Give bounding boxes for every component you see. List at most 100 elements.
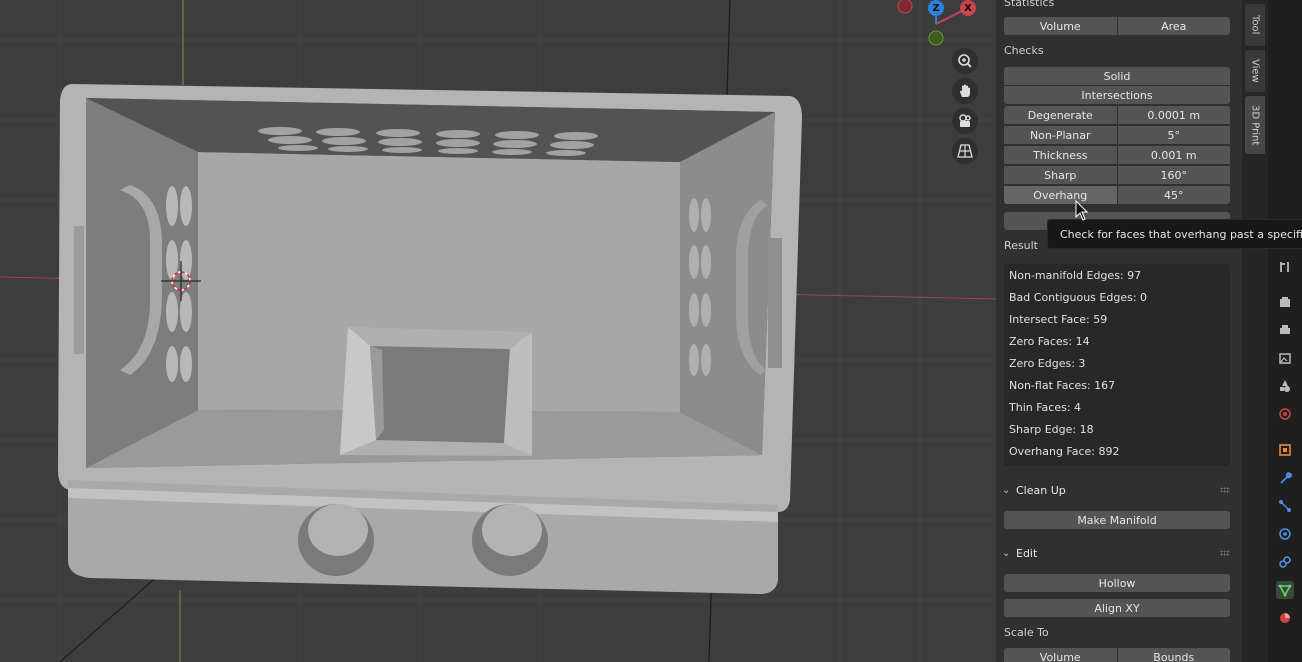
3d-viewport[interactable]: Z X xyxy=(0,0,996,662)
make-manifold-row: Make Manifold xyxy=(1004,511,1230,529)
scale-to-bounds-button[interactable]: Bounds xyxy=(1117,648,1230,662)
edit-title: Edit xyxy=(1016,546,1038,560)
tab-3d-print[interactable]: 3D Print xyxy=(1245,96,1265,154)
axis-z-label: Z xyxy=(932,2,940,14)
result-line: Overhang Face: 892 xyxy=(1009,445,1120,458)
camera-view-button[interactable] xyxy=(952,108,978,134)
sidebar-panel: Statistics Volume Area Checks Solid Inte… xyxy=(996,0,1242,662)
check-intersections-row: Intersections xyxy=(1004,86,1230,104)
result-label: Result xyxy=(1004,239,1038,252)
check-intersections-button[interactable]: Intersections xyxy=(1004,86,1230,104)
mouse-cursor-icon xyxy=(1075,200,1089,221)
result-line: Zero Faces: 14 xyxy=(1009,335,1090,348)
tab-tool-label: Tool xyxy=(1249,15,1261,35)
check-overhang-row: Overhang 45° xyxy=(1004,186,1230,204)
physics-icon xyxy=(1279,528,1291,540)
result-line: Thin Faces: 4 xyxy=(1009,401,1082,414)
non-planar-angle-field[interactable]: 5° xyxy=(1117,126,1230,144)
camera-icon xyxy=(959,114,971,127)
prop-material[interactable] xyxy=(1276,609,1294,627)
check-non-planar-button[interactable]: Non-Planar xyxy=(1004,126,1117,144)
blender-window: Z X Statistics Volume Area Checks Solid … xyxy=(0,0,1302,662)
prop-particles[interactable] xyxy=(1276,497,1294,515)
chevron-down-icon: ⌄ xyxy=(1002,547,1011,559)
object-icon xyxy=(1279,444,1291,456)
prop-physics[interactable] xyxy=(1276,525,1294,543)
grid-icon xyxy=(957,144,973,158)
check-solid-row: Solid xyxy=(1004,67,1230,85)
render-icon xyxy=(1280,297,1290,307)
check-degenerate-row: Degenerate 0.0001 m xyxy=(1004,106,1230,124)
prop-world[interactable] xyxy=(1276,405,1294,423)
result-line: Non-manifold Edges: 97 xyxy=(1009,269,1142,282)
check-thickness-button[interactable]: Thickness xyxy=(1004,146,1117,164)
prop-mesh-data[interactable] xyxy=(1276,581,1294,599)
prop-modifiers[interactable] xyxy=(1276,469,1294,487)
axis-x-label: X xyxy=(964,2,972,14)
tab-3d-print-label: 3D Print xyxy=(1249,104,1261,146)
statistics-volume-button[interactable]: Volume xyxy=(1004,17,1117,35)
sidebar-tab-strip: Tool View 3D Print xyxy=(1242,0,1268,662)
mesh-data-icon xyxy=(1278,584,1292,597)
constraint-icon xyxy=(1279,556,1291,568)
check-degenerate-button[interactable]: Degenerate xyxy=(1004,106,1117,124)
statistics-area-button[interactable]: Area xyxy=(1117,17,1230,35)
overhang-tooltip: Check for faces that overhang past a spe… xyxy=(1047,219,1302,249)
result-line: Intersect Face: 59 xyxy=(1009,313,1108,326)
result-line: Bad Contiguous Edges: 0 xyxy=(1009,291,1148,304)
align-xy-button[interactable]: Align XY xyxy=(1004,599,1230,617)
properties-tabs xyxy=(1268,0,1302,662)
check-overhang-button[interactable]: Overhang xyxy=(1004,186,1117,204)
drag-grip-icon[interactable] xyxy=(1220,550,1230,556)
printer-icon xyxy=(1280,325,1290,334)
result-line: Non-flat Faces: 167 xyxy=(1009,379,1116,392)
cleanup-title: Clean Up xyxy=(1016,483,1066,497)
hollow-row: Hollow xyxy=(1004,574,1230,592)
hand-icon xyxy=(960,84,970,97)
hollow-button[interactable]: Hollow xyxy=(1004,574,1230,592)
cleanup-panel-header[interactable]: ⌄ Clean Up xyxy=(996,479,1242,501)
zoom-button[interactable] xyxy=(952,48,978,74)
check-solid-button[interactable]: Solid xyxy=(1004,67,1230,85)
world-icon xyxy=(1279,408,1291,420)
axis-x[interactable]: X xyxy=(960,0,976,16)
prop-render[interactable] xyxy=(1276,293,1294,311)
tab-view[interactable]: View xyxy=(1245,50,1265,92)
statistics-row: Volume Area xyxy=(1004,17,1230,35)
thickness-field[interactable]: 0.001 m xyxy=(1117,146,1230,164)
perspective-toggle-button[interactable] xyxy=(952,138,978,164)
sharp-angle-field[interactable]: 160° xyxy=(1117,166,1230,184)
scene-render xyxy=(0,0,996,662)
check-sharp-row: Sharp 160° xyxy=(1004,166,1230,184)
zoom-icon xyxy=(958,54,972,68)
prop-scene[interactable] xyxy=(1276,377,1294,395)
tool-icon xyxy=(1280,262,1289,272)
chevron-down-icon: ⌄ xyxy=(1002,484,1011,496)
make-manifold-button[interactable]: Make Manifold xyxy=(1004,511,1230,529)
prop-constraints[interactable] xyxy=(1276,553,1294,571)
tab-view-label: View xyxy=(1249,59,1261,83)
tab-tool[interactable]: Tool xyxy=(1245,4,1265,46)
overhang-angle-field[interactable]: 45° xyxy=(1117,186,1230,204)
image-icon xyxy=(1279,353,1291,364)
axis-gizmo[interactable]: Z X xyxy=(896,0,986,50)
pan-button[interactable] xyxy=(952,78,978,104)
degenerate-threshold-field[interactable]: 0.0001 m xyxy=(1117,106,1230,124)
scale-to-label: Scale To xyxy=(1004,626,1049,639)
drag-grip-icon[interactable] xyxy=(1220,487,1230,493)
prop-tool[interactable] xyxy=(1276,258,1294,276)
prop-output[interactable] xyxy=(1276,321,1294,339)
result-line: Sharp Edge: 18 xyxy=(1009,423,1094,436)
result-line: Zero Edges: 3 xyxy=(1009,357,1086,370)
scale-to-row: Volume Bounds xyxy=(1004,648,1230,662)
edit-panel-header[interactable]: ⌄ Edit xyxy=(996,542,1242,564)
statistics-label: Statistics xyxy=(1004,0,1055,9)
axis-z[interactable]: Z xyxy=(928,0,944,16)
result-box: Non-manifold Edges: 97 Bad Contiguous Ed… xyxy=(1004,264,1230,466)
scale-to-volume-button[interactable]: Volume xyxy=(1004,648,1117,662)
check-sharp-button[interactable]: Sharp xyxy=(1004,166,1117,184)
check-non-planar-row: Non-Planar 5° xyxy=(1004,126,1230,144)
prop-object[interactable] xyxy=(1276,441,1294,459)
prop-view-layer[interactable] xyxy=(1276,349,1294,367)
scene-icon xyxy=(1280,380,1290,392)
